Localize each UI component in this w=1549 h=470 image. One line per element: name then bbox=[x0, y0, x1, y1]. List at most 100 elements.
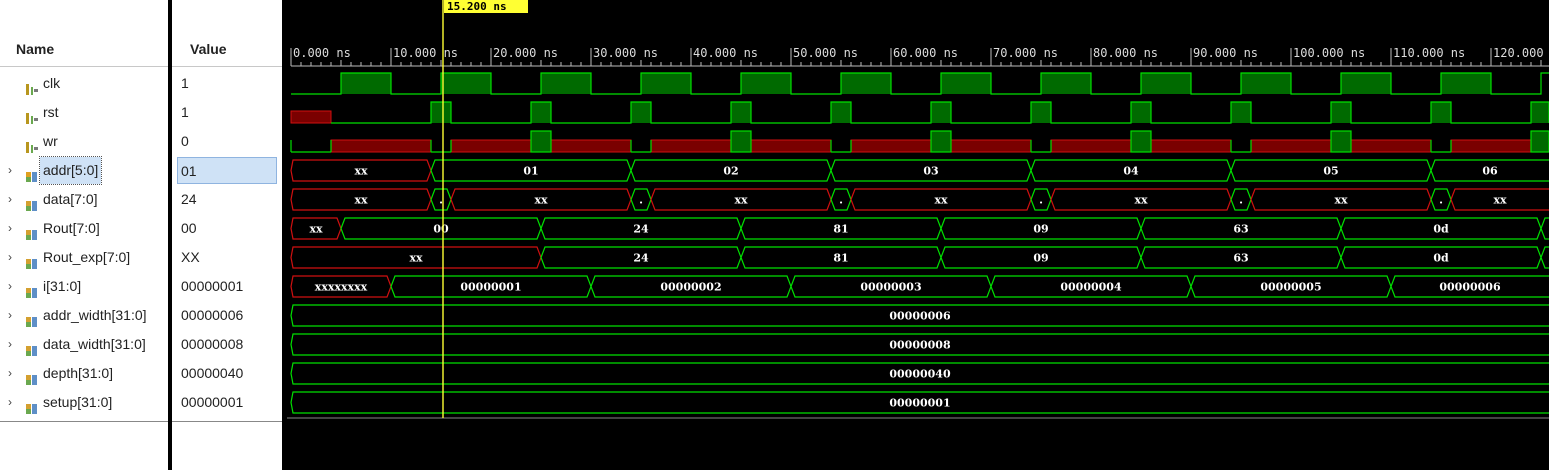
bus-signal-icon bbox=[25, 164, 39, 182]
signal-row-data-width[interactable]: › data_width[31:0] bbox=[0, 330, 168, 359]
waveform-canvas[interactable]: 0.000 ns 10.000 ns 20.000 ns 30.000 ns 40.00… bbox=[287, 0, 1549, 470]
signal-name: i[31:0] bbox=[43, 278, 82, 294]
signal-row-i[interactable]: › i[31:0] bbox=[0, 272, 168, 301]
bus-value-addr: 06 bbox=[1482, 165, 1498, 178]
time-ruler-label: 120.000 bbox=[1493, 46, 1544, 60]
bus-value-rout: 24 bbox=[633, 223, 649, 236]
bus-value-data: xx bbox=[1493, 194, 1507, 207]
chevron-right-icon[interactable]: › bbox=[8, 214, 18, 243]
bus-value-data: xx bbox=[934, 194, 948, 207]
rst-undefined-span bbox=[290, 110, 332, 124]
bit-signal-icon bbox=[25, 106, 39, 124]
rst-high-pulse bbox=[431, 102, 451, 123]
bus-value-addr: 02 bbox=[723, 165, 738, 178]
bus-value-i: 00000001 bbox=[460, 281, 521, 294]
bus-value-rout-exp: 09 bbox=[1033, 252, 1048, 265]
signal-row-clk[interactable]: clk bbox=[0, 69, 168, 98]
bus-value-i: 00000003 bbox=[860, 281, 921, 294]
chevron-right-icon[interactable]: › bbox=[8, 330, 18, 359]
bus-value-data: . bbox=[839, 194, 843, 207]
bus-value-i: 00000004 bbox=[1060, 281, 1122, 294]
signal-name-panel: Name clk rst wr › addr[5:0] › data[7:0] › Rout[7… bbox=[0, 0, 168, 470]
rst-high-pulse bbox=[731, 102, 751, 123]
signal-value-setup: 00000001 bbox=[172, 388, 282, 417]
clk-high-pulse bbox=[1241, 73, 1291, 94]
signal-row-addr-width[interactable]: › addr_width[31:0] bbox=[0, 301, 168, 330]
signal-row-rout-exp[interactable]: › Rout_exp[7:0] bbox=[0, 243, 168, 272]
signal-name: addr[5:0] bbox=[38, 156, 103, 185]
time-ruler-label: 30.000 ns bbox=[593, 46, 658, 60]
time-ruler-label: 90.000 ns bbox=[1193, 46, 1258, 60]
signal-value-text: XX bbox=[181, 249, 200, 265]
signal-row-data[interactable]: › data[7:0] bbox=[0, 185, 168, 214]
chevron-right-icon[interactable]: › bbox=[8, 301, 18, 330]
chevron-right-icon[interactable]: › bbox=[8, 243, 18, 272]
clk-high-pulse bbox=[1441, 73, 1491, 94]
signal-value-data: 24 bbox=[172, 185, 282, 214]
signal-row-depth[interactable]: › depth[31:0] bbox=[0, 359, 168, 388]
rst-high-pulse bbox=[1131, 102, 1151, 123]
wr-undefined-span bbox=[1350, 139, 1432, 153]
clk-high-pulse bbox=[441, 73, 491, 94]
wr-undefined-span bbox=[450, 139, 532, 153]
signal-name: wr bbox=[43, 133, 58, 149]
wr-undefined-span bbox=[1150, 139, 1232, 153]
signal-value-text: 24 bbox=[181, 191, 197, 207]
rst-high-pulse bbox=[1231, 102, 1251, 123]
bus-value-rout: 00 bbox=[433, 223, 449, 236]
rst-high-pulse bbox=[1031, 102, 1051, 123]
wr-undefined-span bbox=[850, 139, 932, 153]
time-ruler-label: 40.000 ns bbox=[693, 46, 758, 60]
waveform-viewer[interactable]: 0.000 ns 10.000 ns 20.000 ns 30.000 ns 40.00… bbox=[287, 0, 1549, 470]
rst-high-pulse bbox=[1531, 102, 1549, 123]
bus-value-addr: 01 bbox=[523, 165, 538, 178]
chevron-right-icon[interactable]: › bbox=[8, 156, 18, 185]
signal-row-setup[interactable]: › setup[31:0] bbox=[0, 388, 168, 417]
clk-high-pulse bbox=[641, 73, 691, 94]
wr-undefined-span bbox=[750, 139, 832, 153]
wr-high-pulse bbox=[1530, 130, 1549, 153]
name-column-header[interactable]: Name bbox=[0, 31, 168, 67]
wr-high-pulse bbox=[1130, 130, 1152, 153]
clk-high-pulse bbox=[941, 73, 991, 94]
rst-high-pulse bbox=[931, 102, 951, 123]
name-panel-toolbar-area bbox=[0, 0, 168, 31]
signal-value-rout-exp: XX bbox=[172, 243, 282, 272]
bus-value-i: 00000002 bbox=[660, 281, 721, 294]
bus-value-data: xx bbox=[1334, 194, 1348, 207]
signal-row-rout[interactable]: › Rout[7:0] bbox=[0, 214, 168, 243]
bus-value-i: 00000005 bbox=[1260, 281, 1321, 294]
bus-signal-icon bbox=[25, 396, 39, 414]
chevron-right-icon[interactable]: › bbox=[8, 359, 18, 388]
signal-name: depth[31:0] bbox=[43, 365, 114, 381]
bus-value-rout-exp: 81 bbox=[833, 252, 848, 265]
wr-undefined-span bbox=[1050, 139, 1132, 153]
time-cursor-label: 15.200 ns bbox=[447, 0, 507, 13]
value-column-header[interactable]: Value bbox=[172, 31, 282, 67]
bus-value-data: . bbox=[1039, 194, 1043, 207]
bus-value-data: xx bbox=[354, 194, 368, 207]
time-ruler-label: 10.000 ns bbox=[393, 46, 458, 60]
bus-value-rout-exp: xx bbox=[409, 252, 423, 265]
bus-signal-icon bbox=[25, 309, 39, 327]
signal-value-text: 01 bbox=[181, 163, 197, 179]
bus-signal-icon bbox=[25, 251, 39, 269]
bus-value-addr: 05 bbox=[1323, 165, 1338, 178]
signal-row-wr[interactable]: wr bbox=[0, 127, 168, 156]
chevron-right-icon[interactable]: › bbox=[8, 185, 18, 214]
chevron-right-icon[interactable]: › bbox=[8, 388, 18, 417]
bus-value-rout-exp: 63 bbox=[1233, 252, 1248, 265]
chevron-right-icon[interactable]: › bbox=[8, 272, 18, 301]
signal-row-rst[interactable]: rst bbox=[0, 98, 168, 127]
rst-high-pulse bbox=[631, 102, 651, 123]
clk-high-pulse bbox=[841, 73, 891, 94]
bus-value-rout-exp: 0d bbox=[1433, 252, 1449, 265]
value-panel-bottom-divider bbox=[172, 421, 282, 422]
signal-row-addr[interactable]: › addr[5:0] bbox=[0, 156, 168, 185]
signal-value-rout: 00 bbox=[172, 214, 282, 243]
bus-value-setup: 00000001 bbox=[889, 397, 950, 410]
bus-value-rout: xx bbox=[309, 223, 323, 236]
signal-name: data[7:0] bbox=[43, 191, 98, 207]
signal-value-depth: 00000040 bbox=[172, 359, 282, 388]
time-ruler-label: 60.000 ns bbox=[893, 46, 958, 60]
